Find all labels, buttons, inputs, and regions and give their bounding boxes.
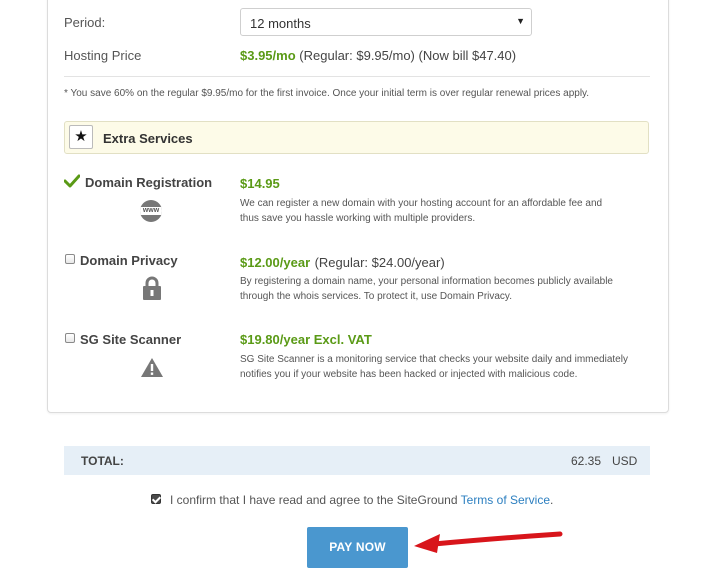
www-icon-text: www — [142, 207, 160, 214]
service-description-domain-privacy: By registering a domain name, your perso… — [240, 274, 655, 304]
service-price-row-domain-privacy: $12.00/year (Regular: $24.00/year) — [240, 254, 445, 272]
service-name-site-scanner: SG Site Scanner — [80, 332, 182, 347]
domain-privacy-checkbox[interactable] — [65, 254, 75, 264]
period-select-value: 12 months — [250, 16, 311, 31]
terms-text: I confirm that I have read and agree to … — [170, 493, 553, 507]
service-price-domain-privacy: $12.00/year — [240, 255, 311, 270]
service-price-domain-registration: $14.95 — [240, 176, 280, 191]
warning-icon — [141, 358, 163, 377]
terms-label: I confirm that I have read and agree to … — [170, 493, 458, 507]
extra-services-title: Extra Services — [103, 131, 193, 146]
terms-period: . — [550, 493, 554, 507]
savings-note: * You save 60% on the regular $9.95/mo f… — [64, 88, 590, 99]
total-bar: TOTAL: 62.35 USD — [64, 446, 650, 475]
hosting-price-label: Hosting Price — [64, 48, 142, 63]
lock-icon — [143, 276, 161, 300]
red-arrow-icon — [414, 531, 563, 553]
description-line: By registering a domain name, your perso… — [240, 276, 613, 287]
description-line: notifies you if your website has been ha… — [240, 369, 578, 380]
description-line: We can register a new domain with your h… — [240, 198, 603, 209]
hosting-price-row: $3.95/mo (Regular: $9.95/mo) (Now bill $… — [240, 48, 516, 63]
checkmark-icon[interactable] — [64, 174, 80, 188]
description-line: through the whois services. To protect i… — [240, 291, 512, 302]
divider — [64, 76, 650, 77]
total-amount: 62.35 — [571, 454, 602, 468]
terms-of-service-link[interactable]: Terms of Service — [461, 493, 550, 507]
chevron-down-icon: ▼ — [516, 16, 525, 26]
terms-checkbox[interactable] — [151, 494, 161, 504]
service-description-site-scanner: SG Site Scanner is a monitoring service … — [240, 352, 655, 382]
site-scanner-checkbox[interactable] — [65, 333, 75, 343]
service-name-domain-registration: Domain Registration — [85, 175, 213, 190]
service-price-site-scanner: $19.80/year Excl. VAT — [240, 332, 372, 347]
hosting-price-regular: (Regular: $9.95/mo) — [299, 48, 415, 63]
service-description-domain-registration: We can register a new domain with your h… — [240, 196, 655, 226]
total-currency: USD — [612, 454, 638, 468]
total-label: TOTAL: — [81, 454, 124, 468]
period-label: Period: — [64, 15, 106, 30]
service-regular-domain-privacy: (Regular: $24.00/year) — [314, 255, 445, 270]
hosting-price-now-bill: (Now bill $47.40) — [418, 48, 517, 63]
description-line: thus save you hassle working with multip… — [240, 213, 476, 224]
star-icon: ★ — [69, 125, 93, 149]
description-line: SG Site Scanner is a monitoring service … — [240, 354, 628, 365]
period-select[interactable]: 12 months ▼ — [240, 8, 532, 36]
service-name-domain-privacy: Domain Privacy — [80, 253, 178, 268]
extra-services-header: ★ Extra Services — [64, 121, 649, 154]
hosting-price-value: $3.95/mo — [240, 48, 296, 63]
pay-now-button[interactable]: PAY NOW — [307, 527, 408, 568]
www-icon: www — [140, 200, 162, 222]
